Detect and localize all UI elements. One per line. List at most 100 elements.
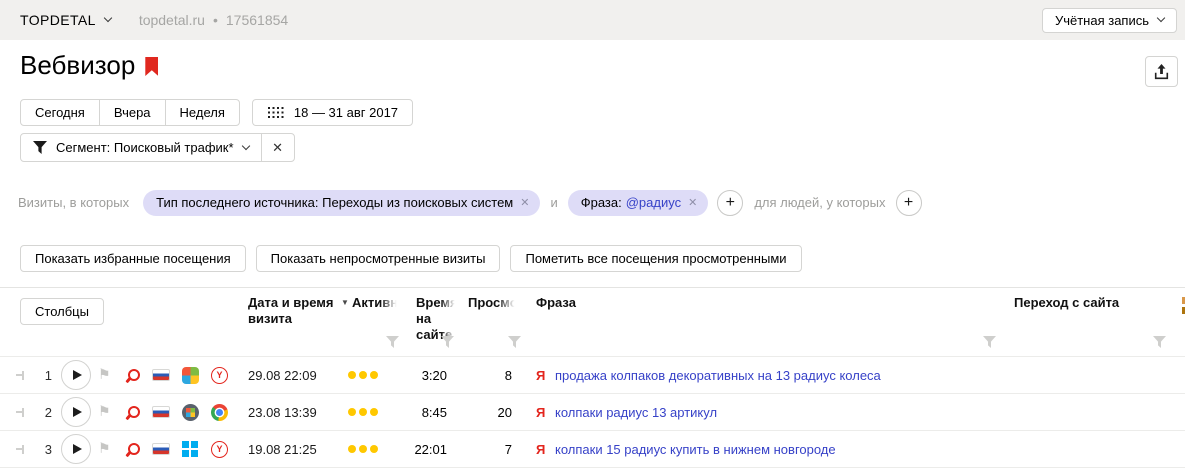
chrome-browser-icon — [211, 394, 228, 430]
flag-icon[interactable]: ⚑ — [98, 357, 111, 393]
russia-flag-icon — [152, 394, 170, 430]
plus-icon: + — [726, 194, 735, 212]
search-phrase-link[interactable]: продажа колпаков декоративных на 13 ради… — [555, 357, 881, 393]
conditions-row: Визиты, в которых Тип последнего источни… — [18, 189, 922, 216]
chip-source-text: Тип последнего источника: Переходы из по… — [156, 195, 513, 210]
yandex-favicon: Я — [536, 357, 545, 393]
dot-separator: • — [213, 12, 218, 28]
pin-icon[interactable] — [16, 431, 24, 467]
period-presets: Сегодня Вчера Неделя — [20, 99, 240, 126]
windows-os-icon — [182, 394, 199, 430]
period-row: Сегодня Вчера Неделя 18 — 31 авг 2017 — [20, 99, 413, 126]
segment-label: Сегмент: Поисковый трафик* — [56, 140, 234, 155]
counter-name: TOPDETAL — [20, 12, 96, 28]
flag-icon[interactable]: ⚑ — [98, 394, 111, 430]
show-unviewed-visits-button[interactable]: Показать непросмотренные визиты — [256, 245, 501, 272]
column-header-views[interactable]: Просмотры — [468, 295, 516, 311]
flag-icon[interactable]: ⚑ — [98, 431, 111, 467]
page-title: Вебвизор — [20, 50, 158, 81]
views-count: 7 — [478, 431, 512, 467]
close-icon[interactable]: ✕ — [688, 196, 697, 209]
activity-dots — [348, 357, 378, 393]
period-today-button[interactable]: Сегодня — [20, 99, 100, 126]
counter-switcher[interactable]: TOPDETAL — [20, 12, 111, 28]
columns-button[interactable]: Столбцы — [20, 298, 104, 325]
counter-id: 17561854 — [226, 12, 288, 28]
filter-funnel-icon — [33, 141, 47, 154]
sort-desc-icon[interactable]: ▼ — [341, 298, 349, 307]
pin-icon[interactable] — [16, 357, 24, 393]
table-row: 2 ⚑ 23.08 13:39 8:45 20 Я колпаки радиус… — [0, 394, 1185, 431]
views-count: 8 — [478, 357, 512, 393]
segment-button[interactable]: Сегмент: Поисковый трафик* — [21, 134, 261, 161]
visit-datetime: 19.08 21:25 — [248, 431, 317, 467]
for-people-label: для людей, у которых — [754, 195, 885, 210]
yandex-browser-icon: Y — [211, 431, 228, 467]
date-range-button[interactable]: 18 — 31 авг 2017 — [252, 99, 413, 126]
close-icon[interactable]: ✕ — [520, 196, 529, 209]
calendar-grid-icon — [267, 107, 284, 119]
table-header: Столбцы Дата и время визита ▼ Активность… — [0, 287, 1185, 357]
column-header-phrase[interactable]: Фраза — [536, 295, 576, 311]
filter-funnel-icon[interactable] — [386, 336, 399, 348]
export-icon — [1154, 64, 1169, 80]
mark-all-viewed-button[interactable]: Пометить все посещения просмотренными — [510, 245, 801, 272]
table-row: 1 ⚑ Y 29.08 22:09 3:20 8 Я продажа колпа… — [0, 357, 1185, 394]
add-people-condition-button[interactable]: + — [896, 190, 922, 216]
play-icon — [73, 407, 82, 417]
account-menu-button[interactable]: Учётная запись — [1042, 8, 1177, 33]
visits-in-which-label: Визиты, в которых — [18, 195, 129, 210]
condition-chip-source[interactable]: Тип последнего источника: Переходы из по… — [143, 190, 540, 216]
site-domain: topdetal.ru — [139, 12, 205, 28]
account-label: Учётная запись — [1055, 13, 1149, 28]
chevron-down-icon — [1157, 14, 1165, 22]
visit-datetime: 29.08 22:09 — [248, 357, 317, 393]
segment-close-button[interactable]: ✕ — [261, 134, 294, 161]
time-on-site: 3:20 — [400, 357, 447, 393]
page-title-text: Вебвизор — [20, 50, 135, 81]
filter-funnel-icon[interactable] — [441, 336, 454, 348]
pin-icon[interactable] — [16, 394, 24, 430]
period-yesterday-button[interactable]: Вчера — [99, 99, 166, 126]
date-range-label: 18 — 31 авг 2017 — [294, 105, 398, 120]
play-visit-button[interactable] — [61, 394, 91, 430]
top-bar: TOPDETAL topdetal.ru • 17561854 Учётная … — [0, 0, 1185, 40]
activity-dots — [348, 394, 378, 430]
close-icon: ✕ — [272, 140, 283, 156]
row-number: 2 — [36, 394, 52, 430]
webvisor-screen: TOPDETAL topdetal.ru • 17561854 Учётная … — [0, 0, 1185, 469]
filter-funnel-icon[interactable] — [983, 336, 996, 348]
column-header-activity[interactable]: Активность — [352, 295, 398, 311]
visit-datetime: 23.08 13:39 — [248, 394, 317, 430]
search-source-icon — [128, 431, 140, 467]
table-row: 3 ⚑ Y 19.08 21:25 22:01 7 Я колпаки 15 р… — [0, 431, 1185, 468]
plus-icon: + — [904, 194, 913, 212]
filter-funnel-icon[interactable] — [508, 336, 521, 348]
time-on-site: 8:45 — [400, 394, 447, 430]
play-visit-button[interactable] — [61, 431, 91, 467]
search-source-icon — [128, 394, 140, 430]
counter-meta: topdetal.ru • 17561854 — [139, 12, 288, 28]
search-phrase-link[interactable]: колпаки радиус 13 артикул — [555, 394, 717, 430]
chip-phrase-value[interactable]: @радиус — [626, 195, 681, 210]
column-header-datetime[interactable]: Дата и время визита — [248, 295, 340, 327]
search-source-icon — [128, 357, 140, 393]
activity-dots — [348, 431, 378, 467]
column-header-referrer[interactable]: Переход с сайта — [1014, 295, 1119, 311]
actions-row: Показать избранные посещения Показать не… — [20, 245, 802, 272]
period-week-button[interactable]: Неделя — [165, 99, 240, 126]
and-label: и — [550, 195, 557, 210]
play-visit-button[interactable] — [61, 357, 91, 393]
show-favorite-visits-button[interactable]: Показать избранные посещения — [20, 245, 246, 272]
chevron-down-icon — [104, 14, 112, 22]
condition-chip-phrase[interactable]: Фраза: @радиус ✕ — [568, 190, 709, 216]
search-phrase-link[interactable]: колпаки 15 радиус купить в нижнем новгор… — [555, 431, 836, 467]
play-icon — [73, 444, 82, 454]
play-icon — [73, 370, 82, 380]
yandex-browser-icon: Y — [211, 357, 228, 393]
export-button[interactable] — [1145, 56, 1178, 87]
bookmark-icon[interactable] — [145, 57, 158, 76]
yandex-favicon: Я — [536, 431, 545, 467]
add-visit-condition-button[interactable]: + — [717, 190, 743, 216]
filter-funnel-icon[interactable] — [1153, 336, 1166, 348]
